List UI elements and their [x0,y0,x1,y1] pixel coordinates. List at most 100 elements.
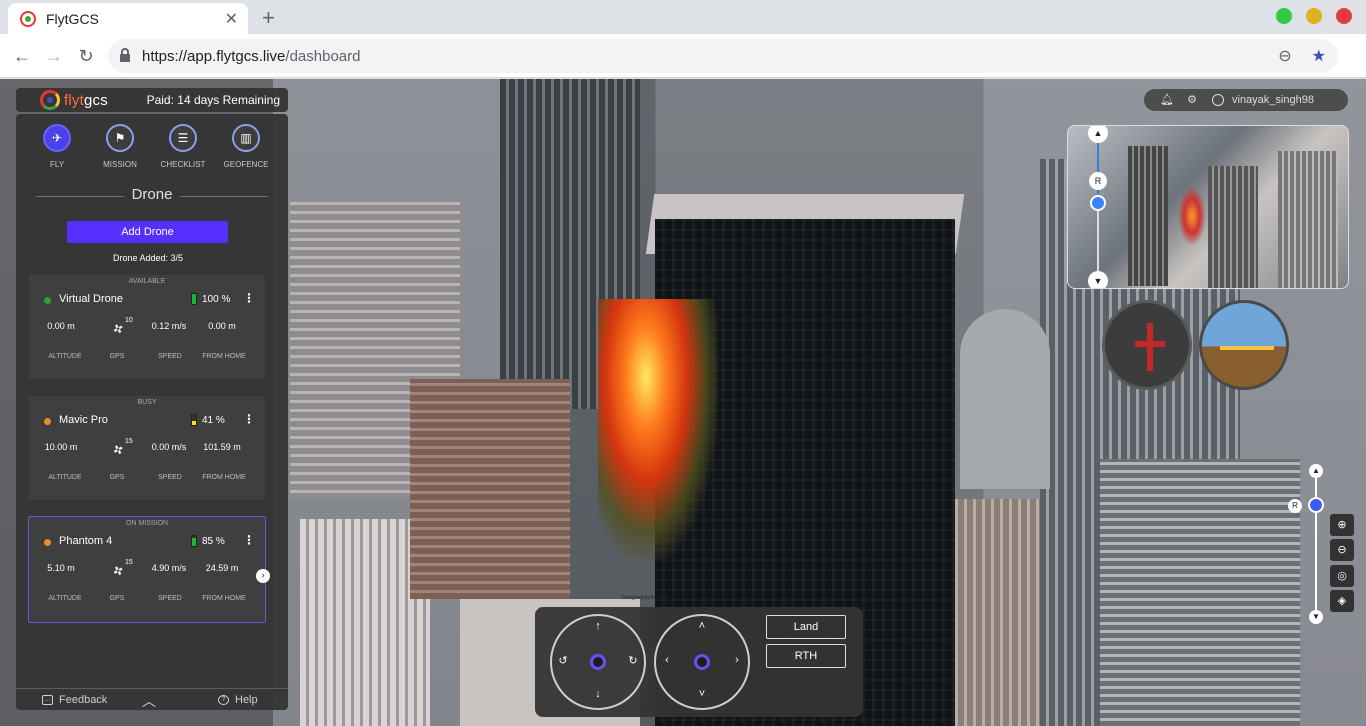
zoom-out-icon[interactable]: ⊖ [1330,539,1354,561]
map-watermark: Designed by Freepik [622,595,668,601]
chevron-down-icon[interactable]: ▼ [1088,271,1108,288]
flytgcs-logo-icon [40,90,60,110]
gps-count: 10 [125,317,133,324]
land-button[interactable]: Land [766,615,846,639]
zoom-slider[interactable] [1308,497,1324,513]
panel-footer: … Feedback ︿ ? Help [16,688,288,710]
status-dot [44,297,51,304]
arrow-up-icon: ↑ [595,620,601,632]
gear-icon[interactable]: ⚙ [1186,94,1198,106]
from-home-label: FROM HOME [202,474,246,481]
speed-label: SPEED [158,595,182,602]
user-bar: 🔔︎ ⚙ vinayak_singh98 [1144,89,1348,111]
close-tab-icon[interactable]: ✕ [225,9,238,29]
drone-status: BUSY [137,399,157,406]
battery-percent: 100 % [202,294,231,305]
rotate-reset-button[interactable]: R [1089,172,1107,190]
status-dot [44,418,51,425]
locate-icon[interactable]: ◎ [1330,565,1354,587]
joystick-handle[interactable] [694,654,710,670]
left-joystick[interactable]: ↑ ↓ ↺ ↻ [550,614,646,710]
battery-icon [191,293,197,305]
more-options-icon[interactable]: ⋮ [243,291,255,305]
close-window-button[interactable] [1336,8,1352,24]
forward-arrow-icon[interactable]: → [40,42,68,70]
drone-card-phantom-4[interactable]: ON MISSION Phantom 4 85 % ⋮ 5.10 m ✜ 15 … [28,516,266,623]
drone-card-virtual-drone[interactable]: AVAILABLE Virtual Drone 100 % ⋮ 0.00 m ✜… [29,275,265,379]
back-arrow-icon[interactable]: ← [8,42,36,70]
speed-value: 0.00 m/s [151,442,187,452]
drone-card-mavic-pro[interactable]: BUSY Mavic Pro 41 % ⋮ 10.00 m ✜ 15 0.00 … [29,396,265,500]
browser-tab[interactable]: FlytGCS ✕ [8,3,248,34]
browser-toolbar: ← → ↻ https://app.flytgcs.live/dashboard… [0,34,1366,78]
more-options-icon[interactable]: ⋮ [243,412,255,426]
address-bar[interactable]: https://app.flytgcs.live/dashboard ⊖ ★ [108,39,1338,73]
tab-label: MISSION [103,160,137,169]
heading-indicator [1102,300,1192,390]
rth-button[interactable]: RTH [766,644,846,668]
logo-prefix: flyt [64,91,84,109]
chevron-down-icon: ˅ [698,688,706,700]
minimize-window-button[interactable] [1306,8,1322,24]
gps-count: 15 [125,438,133,445]
joystick-panel: ↑ ↓ ↺ ↻ ˄ ˅ ‹ › Land RTH [535,607,863,717]
gps-label: GPS [109,353,125,360]
app-header: flytgcs Paid: 14 days Remaining [16,88,288,112]
tab-geofence[interactable]: ▥ GEOFENCE [216,124,276,169]
new-tab-icon[interactable]: + [262,5,275,31]
user-icon[interactable] [1212,94,1224,106]
chevron-down-icon[interactable]: ▼ [1309,610,1323,624]
geofence-icon: ▥ [232,124,260,152]
drone-status: ON MISSION [125,520,168,527]
username[interactable]: vinayak_singh98 [1232,94,1314,106]
more-options-icon[interactable]: ⋮ [243,533,255,547]
zoom-track [1315,470,1317,618]
battery-fill [192,420,196,425]
building [1208,166,1258,288]
chevron-up-icon[interactable]: ︿ [142,691,156,711]
speed-label: SPEED [158,474,182,481]
browser-tab-bar: FlytGCS ✕ + [0,0,1366,34]
bell-icon[interactable]: 🔔︎ [1160,94,1174,106]
building [1278,151,1338,288]
right-joystick[interactable]: ˄ ˅ ‹ › [654,614,750,710]
flag-icon: ⚑ [106,124,134,152]
chevron-left-icon: ‹ [665,654,669,666]
speed-value: 4.90 m/s [151,563,187,573]
feedback-button[interactable]: … Feedback [42,694,107,706]
logo-suffix: gcs [83,91,108,109]
battery-fill [192,294,196,304]
chevron-up-icon[interactable]: ▲ [1309,464,1323,478]
drone-count: Drone Added: 3/5 [112,253,184,263]
zoom-in-icon[interactable]: ⊕ [1330,514,1354,536]
reload-icon[interactable]: ↻ [72,42,100,70]
url-path: /dashboard [285,47,361,65]
tab-mission[interactable]: ⚑ MISSION [90,124,150,169]
layers-icon[interactable]: ◈ [1330,590,1354,612]
camera-tilt-slider[interactable] [1090,195,1106,211]
tab-checklist[interactable]: ☰ CHECKLIST [153,124,213,169]
rotate-right-icon: ↻ [628,655,638,667]
altitude-value: 10.00 m [44,442,78,452]
camera-feed-view[interactable]: ▲ R ▼ [1067,125,1349,289]
bookmark-star-icon[interactable]: ★ [1312,46,1326,66]
tab-fly[interactable]: ✈ FLY [27,124,87,169]
joystick-handle[interactable] [590,654,606,670]
mode-tabs: ✈ FLY ⚑ MISSION ☰ CHECKLIST ▥ GEOFENCE [16,124,288,174]
feedback-label: Feedback [59,694,108,706]
tab-label: FLY [49,160,65,169]
rotate-reset-button[interactable]: R [1288,499,1302,513]
chevron-right-icon[interactable]: › [256,569,270,583]
zoom-page-icon[interactable]: ⊖ [1278,46,1291,66]
camera-tilt-fill [1097,138,1099,200]
arrow-down-icon: ↓ [595,688,601,700]
speed-label: SPEED [158,353,182,360]
chevron-up-icon[interactable]: ▲ [1088,126,1108,143]
flytgcs-favicon-icon [20,10,36,27]
attitude-indicator [1199,300,1289,390]
maximize-window-button[interactable] [1276,8,1292,24]
plane-icon: ✈ [43,124,71,152]
add-drone-button[interactable]: Add Drone [67,221,228,243]
help-button[interactable]: ? Help [218,694,258,706]
gps-label: GPS [109,474,125,481]
